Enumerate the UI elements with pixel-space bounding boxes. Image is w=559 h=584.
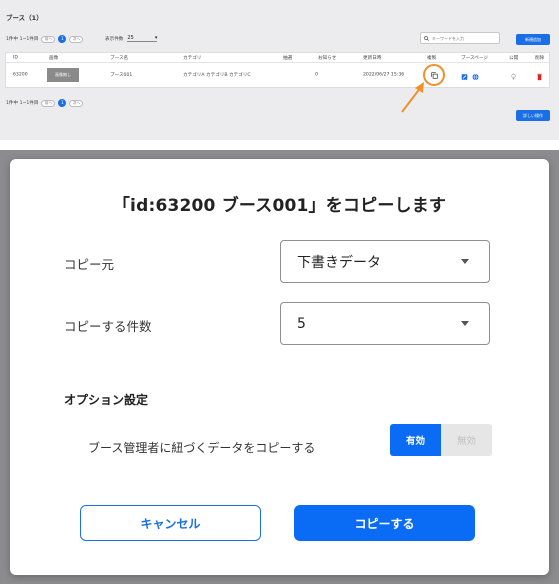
- col-publish: 公開: [509, 55, 519, 61]
- search-input[interactable]: [432, 35, 492, 41]
- row-id: 63200: [13, 72, 28, 78]
- count-label: コピーする件数: [64, 319, 152, 334]
- pager-current-page[interactable]: 1: [58, 99, 67, 107]
- row-image-placeholder: 画像無し: [47, 68, 79, 82]
- dropdown-arrow-icon: [461, 321, 469, 326]
- table-row: 63200 画像無し ブース001 カテゴリA カテゴリB カテゴリC 0 20…: [6, 63, 549, 87]
- copy-admin-data-toggle: 有効 無効: [390, 424, 492, 456]
- pager-info: 1件中 1~1件目: [6, 37, 39, 42]
- delete-trash-icon[interactable]: [537, 66, 542, 85]
- page-size-value: 25: [127, 35, 134, 41]
- row-notice: 0: [315, 72, 318, 78]
- booth-list-screen: ブース（1） 1件中 1~1件目 前へ 1 次へ 表示件数 25 ▾ 新規追加 …: [0, 0, 559, 140]
- pager-current-page[interactable]: 1: [58, 35, 67, 43]
- dropdown-arrow-icon: [461, 259, 469, 264]
- source-select-value: 下書きデータ: [297, 254, 381, 271]
- count-select[interactable]: 5: [280, 302, 490, 345]
- search-icon: [424, 35, 429, 41]
- toggle-enabled-button[interactable]: 有効: [390, 424, 441, 456]
- modal-overlay: 「id:63200 ブース001」をコピーします コピー元 下書きデータ コピー…: [0, 150, 559, 584]
- col-delete: 削除: [535, 55, 545, 61]
- booth-table: ID 画像 ブース名 カテゴリ 抽選 お知らせ 更新日時 複製 ブースページ 公…: [5, 52, 550, 88]
- copy-button[interactable]: [423, 64, 445, 86]
- col-id: ID: [13, 55, 18, 60]
- col-updated: 更新日時: [363, 55, 382, 61]
- pager-bottom: 1件中 1~1件目 前へ 1 次へ: [6, 99, 84, 107]
- page-size-label: 表示件数: [105, 36, 124, 42]
- arrow-pointer-icon: [401, 82, 424, 113]
- copy-submit-button[interactable]: コピーする: [294, 505, 475, 541]
- publish-lightbulb-icon[interactable]: [511, 66, 516, 85]
- pager-next-button[interactable]: 次へ: [69, 99, 84, 107]
- new-booth-button[interactable]: 新規追加: [516, 34, 550, 45]
- col-booth-page: ブースページ: [461, 55, 488, 61]
- booth-list-title: ブース（1）: [6, 14, 43, 22]
- row-name: ブース001: [110, 73, 133, 78]
- copy-booth-dialog: 「id:63200 ブース001」をコピーします コピー元 下書きデータ コピー…: [10, 159, 549, 575]
- source-label: コピー元: [64, 257, 115, 272]
- copy-admin-data-label: ブース管理者に紐づくデータをコピーする: [88, 441, 316, 455]
- col-category: カテゴリ: [183, 55, 202, 61]
- dialog-title: 「id:63200 ブース001」をコピーします: [112, 196, 447, 216]
- row-updated: 2022/06/27 15:36: [363, 72, 405, 78]
- copy-icon: [430, 71, 438, 79]
- pager-prev-button[interactable]: 前へ: [41, 35, 56, 43]
- pager-info: 1件中 1~1件目: [6, 101, 39, 106]
- page-size-control: 表示件数 25 ▾: [105, 35, 158, 42]
- col-copy: 複製: [427, 55, 437, 61]
- globe-icon[interactable]: [472, 66, 479, 85]
- col-image: 画像: [49, 55, 59, 61]
- cancel-button[interactable]: キャンセル: [80, 505, 261, 541]
- col-name: ブース名: [110, 55, 129, 61]
- count-select-value: 5: [297, 315, 306, 332]
- detail-operation-button[interactable]: 詳しい操作: [516, 110, 550, 121]
- chevron-down-icon: ▾: [154, 35, 158, 41]
- option-settings-heading: オプション設定: [64, 393, 149, 407]
- table-header: ID 画像 ブース名 カテゴリ 抽選 お知らせ 更新日時 複製 ブースページ 公…: [6, 53, 549, 63]
- col-notice: お知らせ: [318, 55, 337, 61]
- col-lottery: 抽選: [283, 55, 293, 61]
- toggle-disabled-button[interactable]: 無効: [441, 424, 492, 456]
- pager-next-button[interactable]: 次へ: [69, 35, 84, 43]
- page-size-select[interactable]: 25 ▾: [127, 35, 158, 42]
- pager-prev-button[interactable]: 前へ: [41, 99, 56, 107]
- edit-booth-page-icon[interactable]: [461, 66, 468, 85]
- source-select[interactable]: 下書きデータ: [280, 240, 490, 283]
- search-field[interactable]: [420, 32, 500, 44]
- row-category: カテゴリA カテゴリB カテゴリC: [183, 73, 251, 78]
- pager-top: 1件中 1~1件目 前へ 1 次へ: [6, 35, 84, 43]
